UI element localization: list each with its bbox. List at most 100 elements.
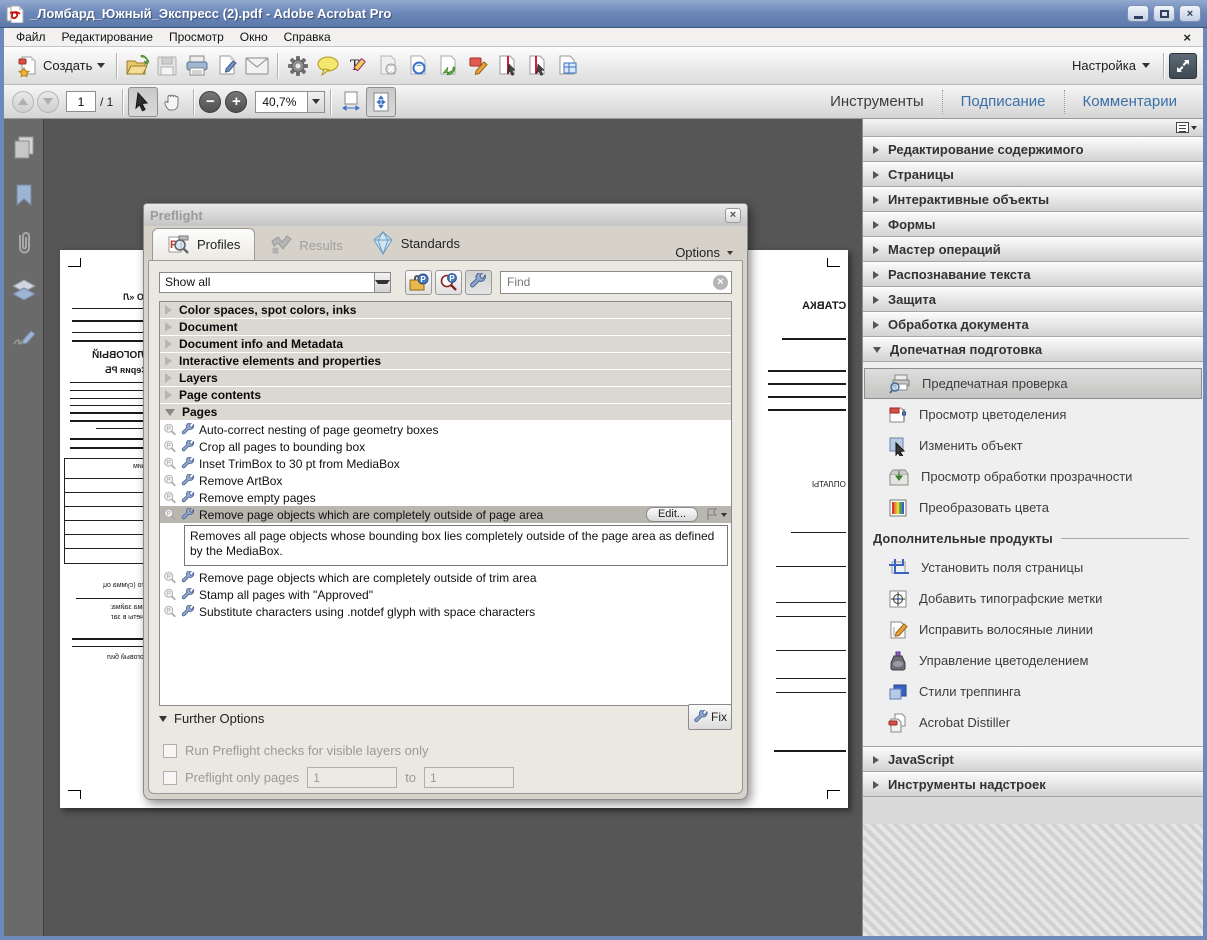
select-profiles-button[interactable]: P [405,270,432,295]
previous-page-button[interactable] [12,91,34,113]
fullscreen-button[interactable] [1169,53,1197,79]
fixup-row[interactable]: P Remove empty pages [160,489,731,506]
category-layers[interactable]: Layers [160,370,731,387]
close-document-icon[interactable]: × [1183,30,1199,45]
minimize-button[interactable] [1127,5,1149,22]
hand-tool-button[interactable] [158,87,188,117]
page-from-input[interactable] [307,767,397,788]
comment-pane-tab[interactable]: Комментарии [1065,85,1195,118]
extract-pages-button[interactable] [523,51,553,81]
page-to-input[interactable] [424,767,514,788]
sign-button[interactable] [212,51,242,81]
email-button[interactable] [242,51,272,81]
tab-standards[interactable]: Standards [357,226,474,260]
zoom-level-control[interactable]: 40,7% [255,91,325,113]
category-color-spaces[interactable]: Color spaces, spot colors, inks [160,302,731,319]
fixup-row[interactable]: P Remove page objects which are complete… [160,569,731,586]
preflight-dialog-titlebar[interactable]: Preflight × [144,204,747,226]
section-pages[interactable]: Страницы [863,162,1203,187]
options-dropdown[interactable]: Options [675,245,747,260]
select-tool-button[interactable] [128,87,158,117]
section-action-wizard[interactable]: Мастер операций [863,237,1203,262]
edit-document-button[interactable] [463,51,493,81]
zoom-in-button[interactable]: + [225,91,247,113]
preflight-item[interactable]: Предпечатная проверка [864,368,1202,399]
favorite-flag-icon[interactable] [706,508,718,521]
sign-pane-tab[interactable]: Подписание [943,85,1064,118]
section-content-editing[interactable]: Редактирование содержимого [863,137,1203,162]
visible-layers-checkbox[interactable] [163,744,177,758]
further-options-toggle[interactable]: Further Options [159,711,732,726]
category-pages[interactable]: Pages [160,404,731,421]
fixup-row[interactable]: P Remove ArtBox [160,472,731,489]
comment-button[interactable] [313,51,343,81]
preflight-close-button[interactable]: × [725,208,741,223]
section-print-production[interactable]: Допечатная подготовка [863,337,1203,362]
fixup-row[interactable]: P Inset TrimBox to 30 pt from MediaBox [160,455,731,472]
menu-help[interactable]: Справка [276,29,339,45]
section-protection[interactable]: Защита [863,287,1203,312]
fix-button[interactable]: Fix [688,704,732,730]
category-document[interactable]: Document [160,319,731,336]
fixup-row[interactable]: P Auto-correct nesting of page geometry … [160,421,731,438]
trap-presets-item[interactable]: Стили треппинга [864,676,1202,707]
find-clear-icon[interactable]: × [713,275,728,290]
attachments-icon[interactable] [10,229,38,257]
find-previous-button[interactable] [403,51,433,81]
fixup-row-selected[interactable]: P Remove page objects which are complete… [160,506,731,523]
page-range-checkbox[interactable] [163,771,177,785]
show-filter-select[interactable]: Show all [159,272,391,293]
zoom-dropdown-icon[interactable] [307,91,325,113]
highlight-text-button[interactable]: T [343,51,373,81]
section-plugin-tools[interactable]: Инструменты надстроек [863,772,1203,797]
next-page-button[interactable] [37,91,59,113]
page-thumbnails-icon[interactable] [10,133,38,161]
category-doc-info[interactable]: Document info and Metadata [160,336,731,353]
category-page-contents[interactable]: Page contents [160,387,731,404]
section-document-processing[interactable]: Обработка документа [863,312,1203,337]
category-interactive[interactable]: Interactive elements and properties [160,353,731,370]
section-text-recognition[interactable]: Распознавание текста [863,262,1203,287]
fixup-row[interactable]: P Substitute characters using .notdef gl… [160,603,731,620]
zoom-out-button[interactable]: − [199,91,221,113]
find-input[interactable] [500,271,732,294]
set-page-boxes-item[interactable]: Установить поля страницы [864,552,1202,583]
panel-menu-icon[interactable] [1176,122,1189,133]
export-button[interactable] [433,51,463,81]
add-printer-marks-item[interactable]: Добавить типографские метки [864,583,1202,614]
menu-file[interactable]: Файл [8,29,54,45]
panel-menu-dropdown-icon[interactable] [1191,126,1197,130]
delete-pages-button[interactable] [373,51,403,81]
fix-hairlines-item[interactable]: Исправить волосяные линии [864,614,1202,645]
edit-fixup-button[interactable]: Edit... [646,507,698,522]
layers-icon[interactable] [10,277,38,305]
tools-pane-tab[interactable]: Инструменты [812,85,942,118]
bookmarks-icon[interactable] [10,181,38,209]
crop-pages-button[interactable] [493,51,523,81]
open-file-button[interactable] [122,51,152,81]
save-button[interactable] [152,51,182,81]
create-button[interactable]: Создать [10,53,111,79]
section-forms[interactable]: Формы [863,212,1203,237]
select-fixups-button[interactable] [465,270,492,295]
forms-grid-button[interactable] [553,51,583,81]
tab-profiles[interactable]: P Profiles [152,228,255,260]
select-checks-button[interactable]: P [435,270,462,295]
fit-page-button[interactable] [366,87,396,117]
convert-colors-item[interactable]: Преобразовать цвета [864,492,1202,523]
fixup-row[interactable]: P Stamp all pages with "Approved" [160,586,731,603]
flattener-preview-item[interactable]: Просмотр обработки прозрачности [864,461,1202,492]
edit-object-item[interactable]: Изменить объект [864,430,1202,461]
preferences-gear-icon[interactable] [283,51,313,81]
menu-window[interactable]: Окно [232,29,276,45]
section-interactive-objects[interactable]: Интерактивные объекты [863,187,1203,212]
settings-dropdown[interactable]: Настройка [1064,58,1158,73]
section-javascript[interactable]: JavaScript [863,747,1203,772]
scrolling-mode-button[interactable] [336,87,366,117]
output-preview-item[interactable]: Просмотр цветоделения [864,399,1202,430]
menu-edit[interactable]: Редактирование [54,29,161,45]
tab-results[interactable]: Results [255,230,356,260]
flag-dropdown-icon[interactable] [721,513,727,517]
signatures-icon[interactable] [10,325,38,353]
restore-button[interactable] [1153,5,1175,22]
